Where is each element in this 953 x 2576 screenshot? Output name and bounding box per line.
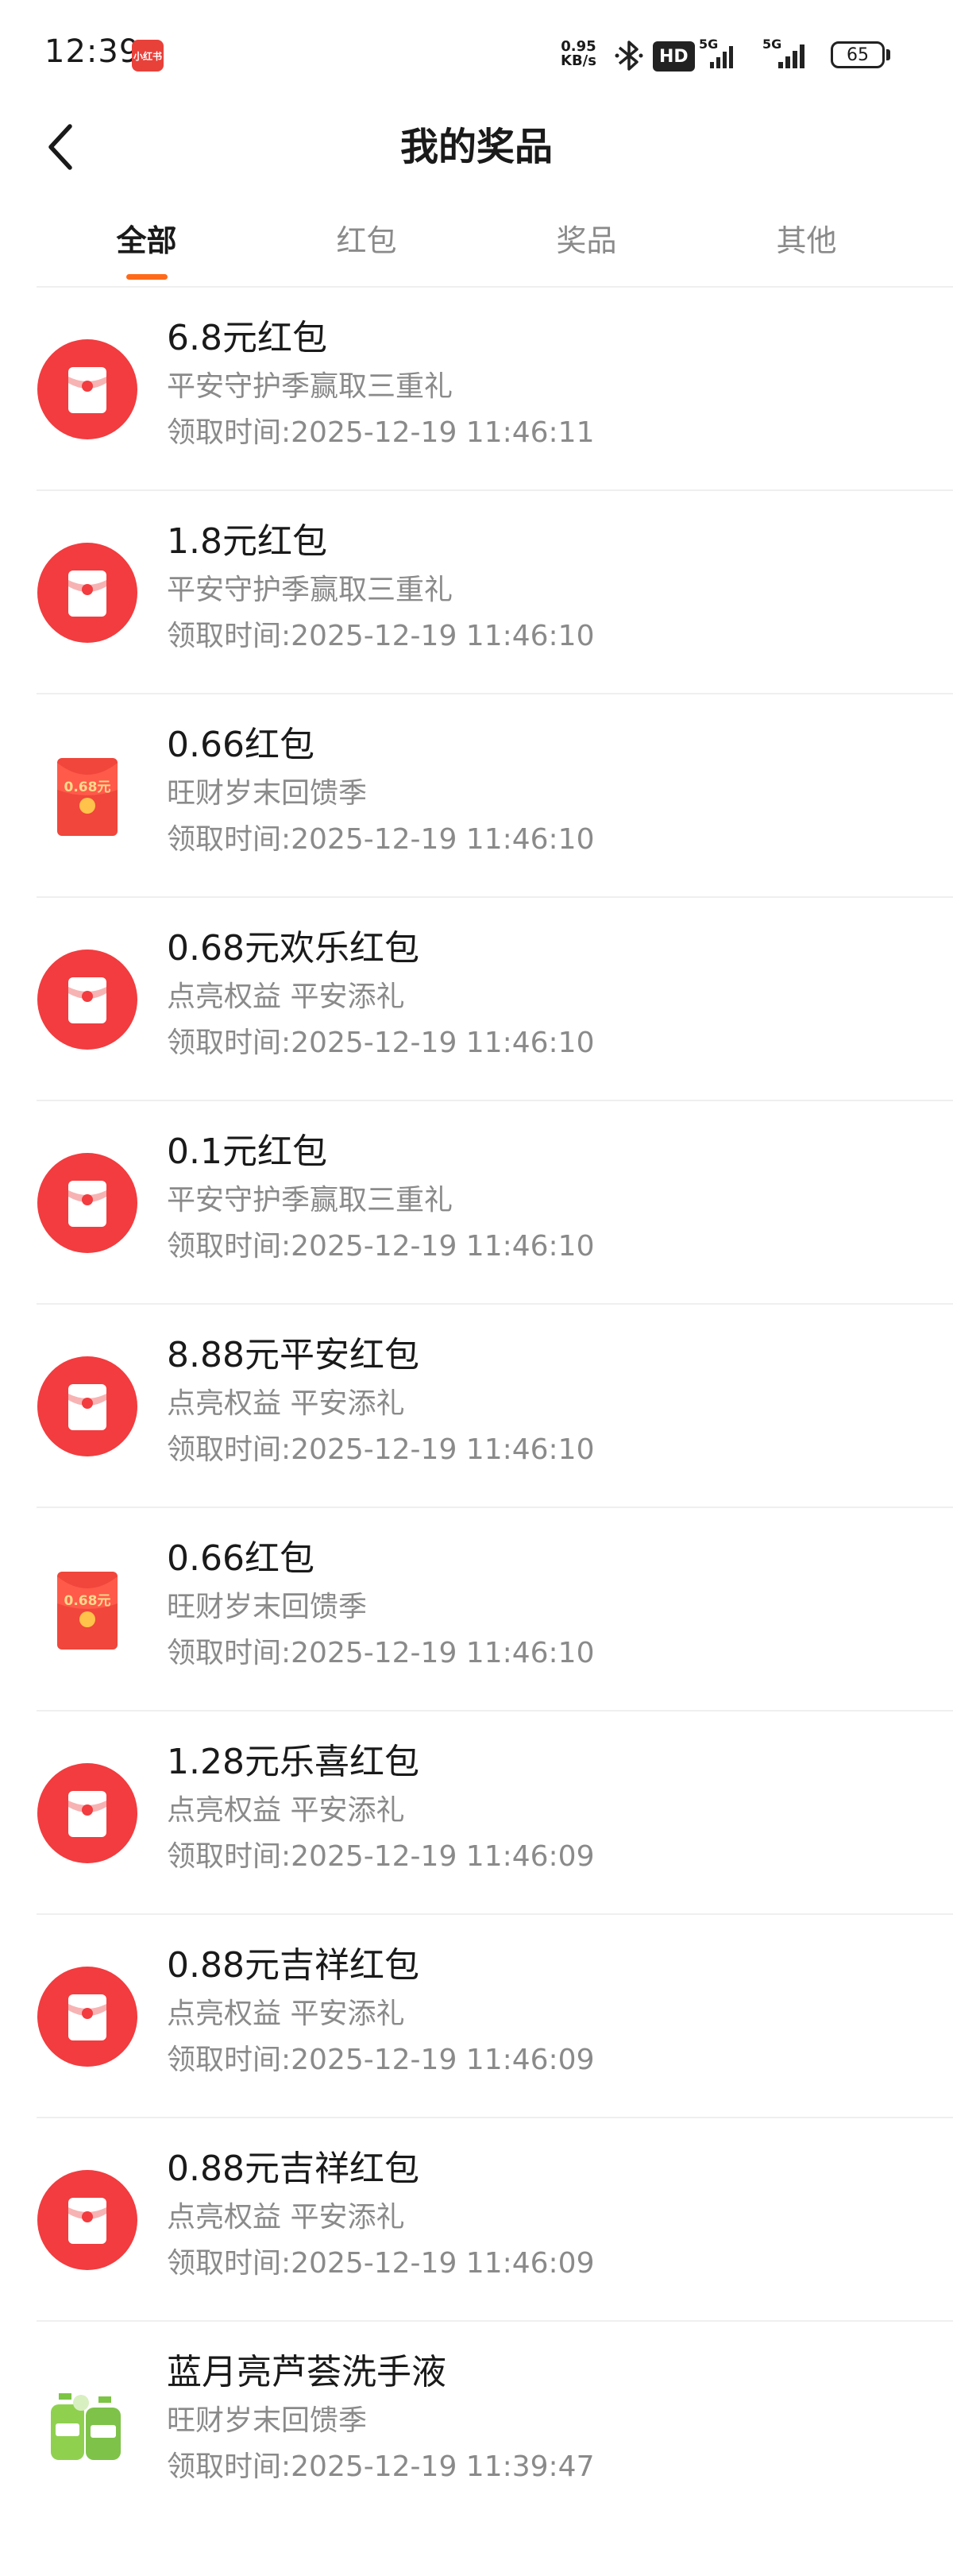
battery-indicator: 65 xyxy=(831,41,885,68)
signal-bars-icon xyxy=(778,44,804,68)
prize-title: 1.8元红包 xyxy=(167,521,327,562)
prize-title: 0.88元吉祥红包 xyxy=(167,2149,419,2189)
prize-campaign: 点亮权益 平安添礼 xyxy=(167,2201,405,2234)
red-packet-circle-icon xyxy=(37,1152,138,1254)
prize-claim-time: 领取时间:2025-12-19 11:46:10 xyxy=(167,1637,595,1669)
prize-title: 0.68元欢乐红包 xyxy=(167,928,419,969)
page-title: 我的奖品 xyxy=(399,125,553,169)
red-packet-circle-icon xyxy=(37,2169,138,2271)
prize-list-item[interactable]: 0.68元欢乐红包点亮权益 平安添礼领取时间:2025-12-19 11:46:… xyxy=(37,898,953,1101)
tab-bar: 全部 红包 奖品 其他 xyxy=(37,205,916,284)
prize-list-item[interactable]: 6.8元红包平安守护季赢取三重礼领取时间:2025-12-19 11:46:11 xyxy=(37,288,953,491)
envelope-amount-label: 0.68元 xyxy=(64,779,111,795)
prize-campaign: 点亮权益 平安添礼 xyxy=(167,1387,405,1420)
prize-list-item[interactable]: 0.68元 0.66红包旺财岁末回馈季领取时间:2025-12-19 11:46… xyxy=(37,1508,953,1712)
prize-campaign: 点亮权益 平安添礼 xyxy=(167,1998,405,2030)
prize-list-item[interactable]: 0.68元 0.66红包旺财岁末回馈季领取时间:2025-12-19 11:46… xyxy=(37,694,953,898)
prize-list-item[interactable]: 0.88元吉祥红包点亮权益 平安添礼领取时间:2025-12-19 11:46:… xyxy=(37,1915,953,2118)
net-speed: 0.95 KB/s xyxy=(561,40,596,68)
prize-claim-time: 领取时间:2025-12-19 11:46:10 xyxy=(167,1027,595,1059)
signal-bars-icon xyxy=(710,46,733,68)
tab-prizes[interactable]: 奖品 xyxy=(476,205,696,284)
red-packet-circle-icon xyxy=(37,542,138,644)
prize-text-block: 1.8元红包平安守护季赢取三重礼领取时间:2025-12-19 11:46:10 xyxy=(167,516,594,659)
prize-text-block: 0.66红包旺财岁末回馈季领取时间:2025-12-19 11:46:10 xyxy=(167,1534,594,1677)
back-button[interactable] xyxy=(37,119,84,175)
prize-title: 0.66红包 xyxy=(167,725,314,765)
prize-claim-time: 领取时间:2025-12-19 11:46:10 xyxy=(167,1433,595,1466)
red-packet-circle-icon xyxy=(37,1356,138,1457)
prize-claim-time: 领取时间:2025-12-19 11:46:09 xyxy=(167,1840,595,1873)
prize-claim-time: 领取时间:2025-12-19 11:46:11 xyxy=(167,416,595,449)
prize-campaign: 平安守护季赢取三重礼 xyxy=(167,1184,453,1216)
prize-text-block: 6.8元红包平安守护季赢取三重礼领取时间:2025-12-19 11:46:11 xyxy=(167,313,594,456)
net-speed-unit: KB/s xyxy=(561,52,596,69)
battery-tip xyxy=(886,49,890,60)
prize-campaign: 旺财岁末回馈季 xyxy=(167,1591,368,1623)
hand-soap-product-icon xyxy=(37,2373,138,2474)
prize-campaign: 平安守护季赢取三重礼 xyxy=(167,370,453,403)
prize-campaign: 点亮权益 平安添礼 xyxy=(167,1794,405,1827)
prize-text-block: 1.28元乐喜红包点亮权益 平安添礼领取时间:2025-12-19 11:46:… xyxy=(167,1737,594,1880)
red-packet-circle-icon xyxy=(37,1762,138,1864)
prize-text-block: 0.68元欢乐红包点亮权益 平安添礼领取时间:2025-12-19 11:46:… xyxy=(167,923,594,1066)
prize-title: 0.66红包 xyxy=(167,1538,314,1579)
hd-voice-icon: HD xyxy=(653,41,695,72)
prize-claim-time: 领取时间:2025-12-19 11:39:47 xyxy=(167,2450,595,2483)
prize-claim-time: 领取时间:2025-12-19 11:46:10 xyxy=(167,823,595,856)
prize-campaign: 点亮权益 平安添礼 xyxy=(167,981,405,1013)
red-envelope-card-icon: 0.68元 xyxy=(37,745,138,847)
prize-list-item[interactable]: 1.28元乐喜红包点亮权益 平安添礼领取时间:2025-12-19 11:46:… xyxy=(37,1712,953,1915)
prize-list-item[interactable]: 1.8元红包平安守护季赢取三重礼领取时间:2025-12-19 11:46:10 xyxy=(37,491,953,694)
prize-claim-time: 领取时间:2025-12-19 11:46:09 xyxy=(167,2247,595,2280)
prize-title: 0.1元红包 xyxy=(167,1131,327,1172)
prize-text-block: 0.1元红包平安守护季赢取三重礼领取时间:2025-12-19 11:46:10 xyxy=(167,1127,594,1270)
status-bar: 12:39 小红书 0.95 KB/s HD 5G 5G 65 xyxy=(0,0,953,111)
prize-list-item[interactable]: 0.88元吉祥红包点亮权益 平安添礼领取时间:2025-12-19 11:46:… xyxy=(37,2118,953,2322)
red-envelope-card-icon: 0.68元 xyxy=(37,1559,138,1661)
prize-list-item[interactable]: 8.88元平安红包点亮权益 平安添礼领取时间:2025-12-19 11:46:… xyxy=(37,1305,953,1508)
prize-title: 1.28元乐喜红包 xyxy=(167,1742,419,1782)
prize-campaign: 平安守护季赢取三重礼 xyxy=(167,574,453,606)
prize-claim-time: 领取时间:2025-12-19 11:46:09 xyxy=(167,2044,595,2076)
prize-list: 6.8元红包 平安守护季赢取三重礼 领取时间:2025-12-19 11:46:11… xyxy=(37,288,953,2525)
prize-text-block: 0.66红包旺财岁末回馈季领取时间:2025-12-19 11:46:10 xyxy=(167,720,594,863)
status-time: 12:39 xyxy=(44,33,141,70)
tab-all[interactable]: 全部 xyxy=(37,205,257,284)
prize-title: 0.88元吉祥红包 xyxy=(167,1945,419,1986)
bluetooth-icon xyxy=(615,41,643,71)
notification-app-icon: 小红书 xyxy=(132,40,164,72)
prize-campaign: 旺财岁末回馈季 xyxy=(167,777,368,810)
prize-text-block: 8.88元平安红包点亮权益 平安添礼领取时间:2025-12-19 11:46:… xyxy=(167,1330,594,1473)
red-packet-circle-icon xyxy=(37,949,138,1050)
chevron-left-icon xyxy=(48,124,72,170)
prize-title: 蓝月亮芦荟洗手液 xyxy=(167,2352,446,2392)
tab-other[interactable]: 其他 xyxy=(696,205,916,284)
envelope-amount-label: 0.68元 xyxy=(64,1593,111,1609)
prize-text-block: 蓝月亮芦荟洗手液旺财岁末回馈季领取时间:2025-12-19 11:39:47 xyxy=(167,2347,594,2490)
red-packet-circle-icon xyxy=(37,338,138,440)
red-packet-circle-icon xyxy=(37,1966,138,2067)
prize-claim-time: 领取时间:2025-12-19 11:46:10 xyxy=(167,620,595,652)
prize-text-block: 0.88元吉祥红包点亮权益 平安添礼领取时间:2025-12-19 11:46:… xyxy=(167,1940,594,2083)
prize-list-item[interactable]: 0.1元红包平安守护季赢取三重礼领取时间:2025-12-19 11:46:10 xyxy=(37,1101,953,1305)
prize-list-item[interactable]: 蓝月亮芦荟洗手液旺财岁末回馈季领取时间:2025-12-19 11:39:47 xyxy=(37,2322,953,2525)
prize-title: 6.8元红包 xyxy=(167,318,327,358)
tab-red-packets[interactable]: 红包 xyxy=(257,205,476,284)
prize-claim-time: 领取时间:2025-12-19 11:46:10 xyxy=(167,1230,595,1263)
prize-title: 8.88元平安红包 xyxy=(167,1335,419,1375)
prize-text-block: 0.88元吉祥红包点亮权益 平安添礼领取时间:2025-12-19 11:46:… xyxy=(167,2144,594,2287)
prize-campaign: 旺财岁末回馈季 xyxy=(167,2404,368,2437)
